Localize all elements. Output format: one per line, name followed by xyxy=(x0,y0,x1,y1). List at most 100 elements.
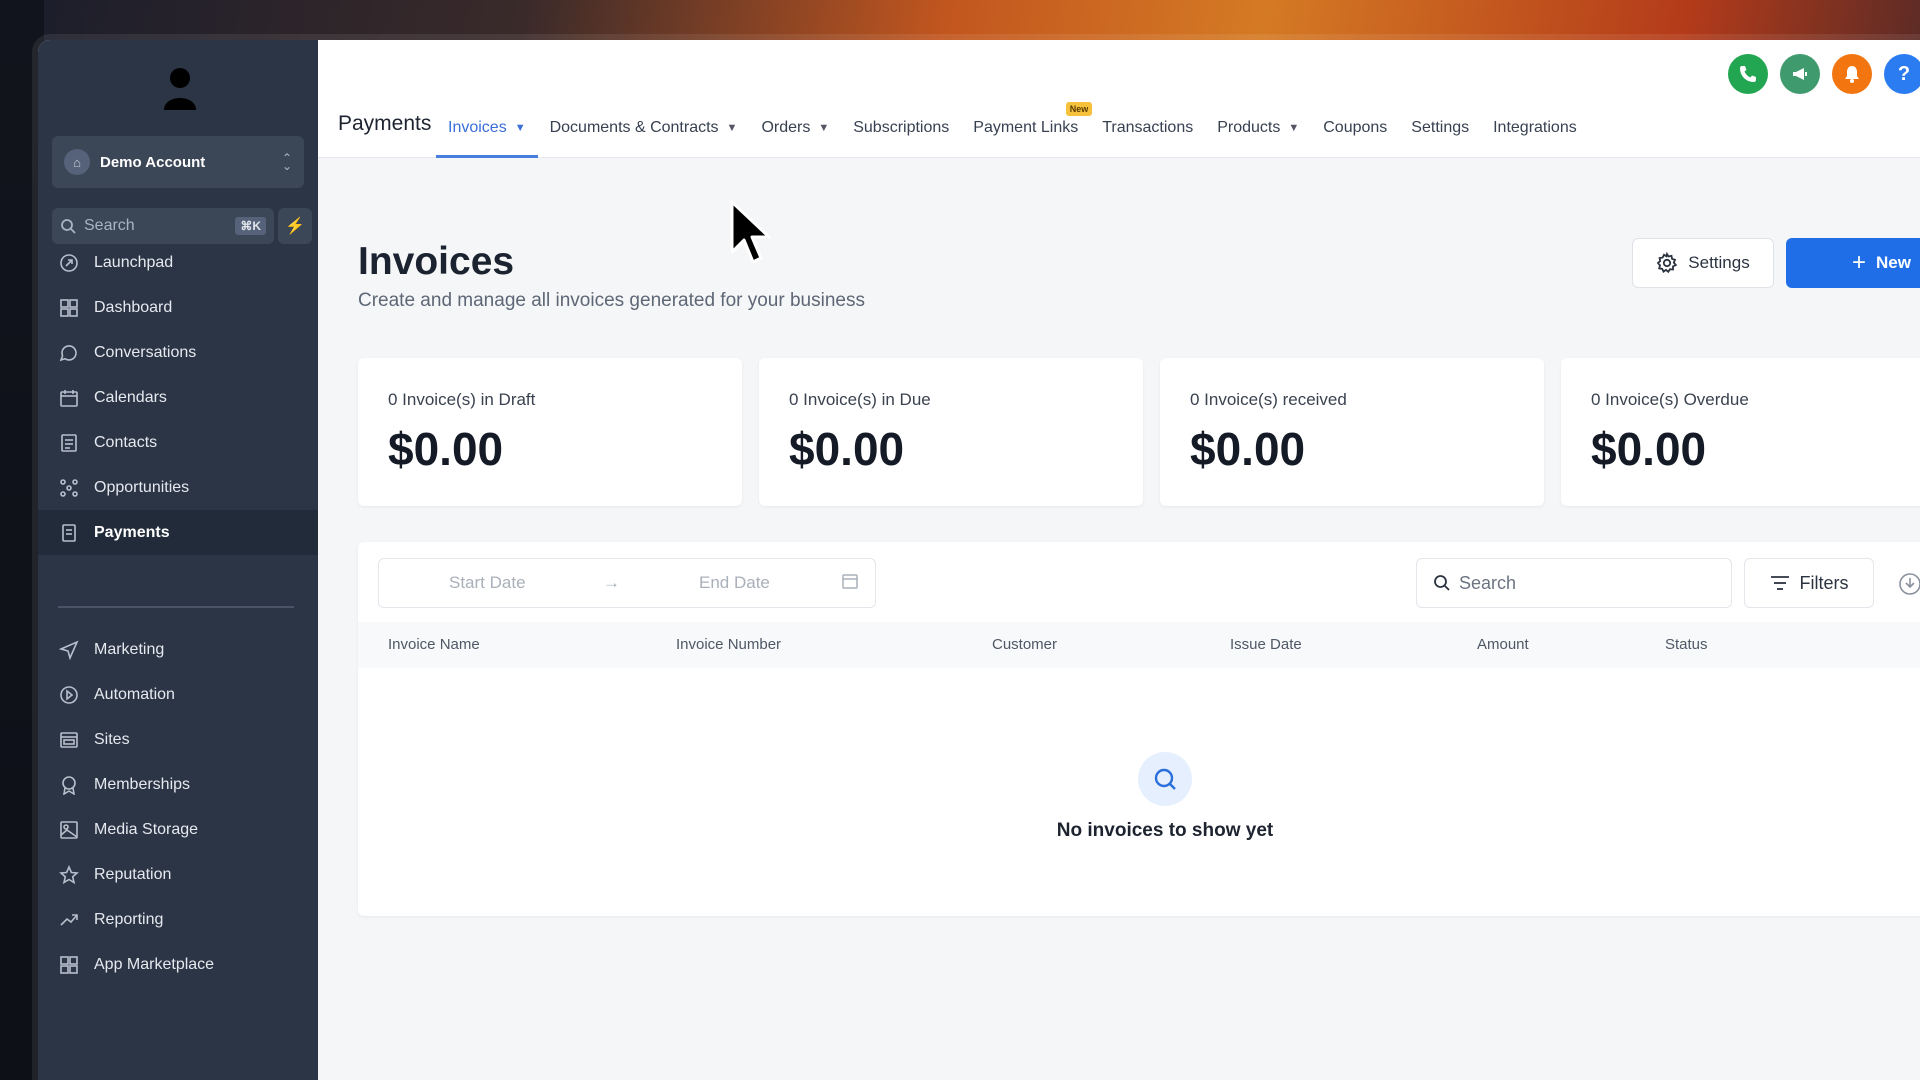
tab-coupons[interactable]: Coupons xyxy=(1311,110,1399,158)
star-icon xyxy=(58,864,80,886)
new-invoice-button[interactable]: + New xyxy=(1786,238,1920,288)
tab-label: Products xyxy=(1217,119,1281,136)
column-invoice-name[interactable]: Invoice Name xyxy=(388,636,480,653)
stat-label: 0 Invoice(s) in Draft xyxy=(388,390,536,409)
tab-label: Settings xyxy=(1411,119,1470,136)
user-logo-icon xyxy=(162,66,198,110)
plus-icon: + xyxy=(1852,249,1867,276)
sidebar: ⌂ Demo Account ⌃ ⌄ Search ⌘K ⚡ Launchpad … xyxy=(38,40,318,1080)
sidebar-search[interactable]: Search ⌘K xyxy=(52,208,274,244)
sidebar-item-sites[interactable]: Sites xyxy=(38,717,318,762)
account-name: Demo Account xyxy=(100,153,206,171)
sidebar-item-label: App Marketplace xyxy=(94,955,215,973)
tab-label: Transactions xyxy=(1102,119,1194,136)
trend-icon xyxy=(58,909,80,931)
sidebar-item-payments[interactable]: Payments xyxy=(38,510,318,555)
tab-invoices[interactable]: Invoices ▼ xyxy=(436,110,538,158)
filters-button[interactable]: Filters xyxy=(1744,558,1874,608)
sidebar-divider xyxy=(58,606,294,608)
main-content: Invoices Create and manage all invoices … xyxy=(318,158,1920,1080)
chevron-down-icon: ▼ xyxy=(726,122,738,134)
stat-card-due: 0 Invoice(s) in Due $0.00 xyxy=(759,358,1143,506)
stat-label: 0 Invoice(s) in Due xyxy=(789,390,931,409)
column-status[interactable]: Status xyxy=(1665,636,1708,653)
sidebar-item-label: Launchpad xyxy=(94,253,174,271)
sidebar-item-opportunities[interactable]: Opportunities xyxy=(38,465,318,510)
invoice-search-input[interactable]: Search xyxy=(1416,558,1732,608)
account-switcher[interactable]: ⌂ Demo Account ⌃ ⌄ xyxy=(52,136,304,188)
sidebar-item-media-storage[interactable]: Media Storage xyxy=(38,807,318,852)
contacts-icon xyxy=(58,432,80,454)
sidebar-item-automation[interactable]: Automation xyxy=(38,672,318,717)
megaphone-icon[interactable] xyxy=(1780,54,1820,94)
date-range-picker[interactable]: Start Date → End Date xyxy=(378,558,876,608)
column-invoice-number[interactable]: Invoice Number xyxy=(676,636,781,653)
sites-icon xyxy=(58,729,80,751)
start-date-field[interactable]: Start Date xyxy=(449,573,526,593)
automation-icon xyxy=(58,684,80,706)
column-customer[interactable]: Customer xyxy=(992,636,1057,653)
new-button-label: New xyxy=(1876,253,1911,272)
apps-icon xyxy=(58,954,80,976)
tab-products[interactable]: Products ▼ xyxy=(1205,110,1311,158)
sidebar-item-contacts[interactable]: Contacts xyxy=(38,420,318,465)
sidebar-item-label: Payments xyxy=(94,523,170,541)
grid-icon xyxy=(58,297,80,319)
bell-icon[interactable] xyxy=(1832,54,1872,94)
tab-label: Integrations xyxy=(1493,119,1577,136)
bolt-icon[interactable]: ⚡ xyxy=(278,208,312,244)
app-title: Payments xyxy=(338,112,432,135)
pipeline-icon xyxy=(58,477,80,499)
tab-documents-contracts[interactable]: Documents & Contracts ▼ xyxy=(538,110,750,158)
column-amount[interactable]: Amount xyxy=(1477,636,1529,653)
tab-subscriptions[interactable]: Subscriptions xyxy=(841,110,961,158)
tab-payment-links[interactable]: Payment Links New xyxy=(961,102,1093,158)
sidebar-item-reporting[interactable]: Reporting xyxy=(38,897,318,942)
sidebar-item-dashboard[interactable]: Dashboard xyxy=(38,285,318,330)
stat-value: $0.00 xyxy=(1190,423,1306,475)
settings-button[interactable]: Settings xyxy=(1632,238,1774,288)
search-icon xyxy=(1434,575,1450,591)
sidebar-item-marketing[interactable]: Marketing xyxy=(38,627,318,672)
end-date-field[interactable]: End Date xyxy=(699,573,770,593)
app-window: ⌂ Demo Account ⌃ ⌄ Search ⌘K ⚡ Launchpad … xyxy=(38,40,1920,1080)
sidebar-nav-primary: Launchpad Dashboard Conversations Calend… xyxy=(38,240,318,555)
chevron-down-icon: ▼ xyxy=(514,122,526,134)
sidebar-item-launchpad[interactable]: Launchpad xyxy=(38,240,318,285)
sidebar-item-app-marketplace[interactable]: App Marketplace xyxy=(38,942,318,987)
invoices-table-card: Start Date → End Date Search Filters Inv… xyxy=(358,542,1920,916)
sidebar-item-conversations[interactable]: Conversations xyxy=(38,330,318,375)
top-action-icons: ? xyxy=(1728,54,1920,94)
tab-orders[interactable]: Orders ▼ xyxy=(749,110,841,158)
column-issue-date[interactable]: Issue Date xyxy=(1230,636,1302,653)
help-icon[interactable]: ? xyxy=(1884,54,1920,94)
chat-icon xyxy=(58,342,80,364)
sidebar-item-memberships[interactable]: Memberships xyxy=(38,762,318,807)
tab-label: Documents & Contracts xyxy=(549,119,719,136)
mouse-cursor-icon xyxy=(730,200,771,264)
sidebar-item-calendars[interactable]: Calendars xyxy=(38,375,318,420)
sidebar-item-label: Memberships xyxy=(94,775,191,793)
phone-icon[interactable] xyxy=(1728,54,1768,94)
arrow-right-icon: → xyxy=(603,573,620,592)
stat-value: $0.00 xyxy=(789,423,905,475)
tab-transactions[interactable]: Transactions xyxy=(1090,110,1205,158)
tab-integrations[interactable]: Integrations xyxy=(1481,110,1589,158)
sidebar-item-reputation[interactable]: Reputation xyxy=(38,852,318,897)
top-navigation: ? Payments Invoices ▼ Documents & Contra… xyxy=(318,40,1920,158)
tab-label: Orders xyxy=(761,119,811,136)
empty-search-icon xyxy=(1138,752,1192,806)
table-header: Invoice Name Invoice Number Customer Iss… xyxy=(358,622,1920,668)
page-subtitle: Create and manage all invoices generated… xyxy=(358,290,865,311)
sidebar-search-placeholder: Search xyxy=(84,217,135,234)
tab-label: Subscriptions xyxy=(853,119,950,136)
download-icon[interactable] xyxy=(1898,572,1920,596)
new-badge: New xyxy=(1065,102,1093,116)
chevron-down-icon: ▼ xyxy=(1288,122,1300,134)
empty-state-message: No invoices to show yet xyxy=(1056,820,1274,841)
filter-icon xyxy=(1770,576,1789,590)
calendar-icon xyxy=(58,387,80,409)
sidebar-item-label: Reputation xyxy=(94,865,172,883)
stat-value: $0.00 xyxy=(388,423,504,475)
tab-settings[interactable]: Settings xyxy=(1399,110,1481,158)
